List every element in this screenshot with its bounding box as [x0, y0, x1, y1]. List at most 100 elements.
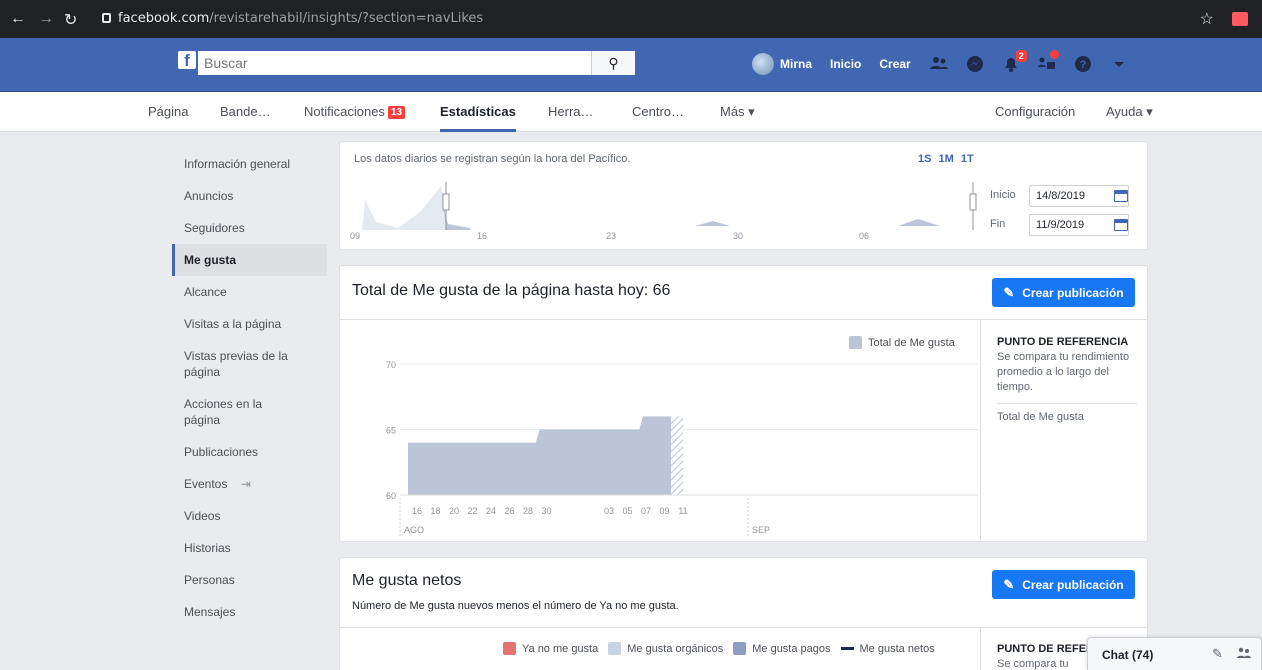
benchmark-description: Se compara tu rendimiento promedio a lo …	[997, 351, 1130, 393]
tab-notificaciones[interactable]: Notificaciones 13	[304, 104, 406, 119]
tab-herramientas[interactable]: Herra…	[548, 104, 594, 119]
x-tick-label: 28	[523, 506, 533, 516]
sidebar-item-visitas[interactable]: Visitas a la página	[172, 308, 327, 340]
profile-link[interactable]: Mirna	[780, 57, 812, 71]
lock-icon	[102, 13, 111, 23]
tab-configuracion[interactable]: Configuración	[995, 104, 1075, 119]
sidebar-item-publicaciones[interactable]: Publicaciones	[172, 436, 327, 468]
facebook-logo-icon[interactable]: f	[178, 51, 196, 70]
benchmark-box: PUNTO DE REFERENCIA Se compara tu rendim…	[997, 335, 1137, 425]
forward-icon[interactable]: →	[38, 10, 54, 28]
sidebar-item-alcance[interactable]: Alcance	[172, 276, 327, 308]
period-selector[interactable]: 1S 1M 1T	[918, 153, 974, 165]
series-area-total-likes	[408, 416, 672, 495]
help-icon[interactable]: ?	[1073, 54, 1093, 74]
notifications-bell-icon[interactable]: 2	[1001, 50, 1027, 74]
create-link[interactable]: Crear	[879, 57, 910, 71]
sidebar-item-vistas-previas[interactable]: Vistas previas de la página	[172, 340, 302, 388]
sidebar-item-eventos[interactable]: Eventos ⇥	[172, 468, 327, 500]
benchmark-metric[interactable]: Total de Me gusta	[997, 410, 1137, 425]
create-post-button[interactable]: ✎ Crear publicación	[992, 278, 1135, 307]
page-pages-icon[interactable]	[1037, 50, 1059, 74]
pencil-icon: ✎	[1003, 285, 1015, 300]
group-chat-icon[interactable]	[1236, 646, 1252, 663]
new-message-icon[interactable]: ✎	[1212, 646, 1223, 662]
friend-requests-icon[interactable]	[929, 54, 949, 74]
sidebar-item-eventos-label: Eventos	[184, 477, 228, 491]
messenger-icon[interactable]	[965, 54, 985, 74]
net-chart-legend: Ya no me gusta Me gusta orgánicos Me gus…	[503, 642, 935, 655]
tab-ayuda[interactable]: Ayuda ▾	[1106, 104, 1153, 120]
extension-icon[interactable]	[1232, 12, 1248, 26]
legend-swatch-organic	[608, 642, 622, 655]
insights-sidebar: Información general Anuncios Seguidores …	[172, 148, 327, 628]
page-tabs: Página Bande… Notificaciones 13 Estadísti…	[0, 92, 1262, 132]
x-tick-label: 30	[541, 506, 551, 516]
search-input[interactable]	[198, 51, 578, 75]
panel-vertical-divider	[980, 627, 981, 670]
range-tick: 30	[733, 231, 744, 241]
net-likes-subtitle: Número de Me gusta nuevos menos el númer…	[352, 600, 679, 612]
x-tick-label: 22	[467, 506, 477, 516]
y-tick-label: 70	[386, 360, 396, 370]
avatar[interactable]	[752, 53, 774, 75]
browser-toolbar: ← → ↻ facebook.com/revistarehabil/insigh…	[0, 0, 1262, 38]
sidebar-item-acciones[interactable]: Acciones en la página	[172, 388, 282, 436]
x-tick-label: 18	[430, 506, 440, 516]
y-tick-label: 65	[386, 426, 396, 436]
panel-vertical-divider	[980, 319, 981, 542]
search-button[interactable]: ⚲	[591, 51, 635, 75]
x-tick-label: 11	[678, 506, 687, 516]
create-post-button-2[interactable]: ✎ Crear publicación	[992, 570, 1135, 599]
x-tick-label: 16	[412, 506, 422, 516]
tab-bandeja[interactable]: Bande…	[220, 104, 271, 119]
range-tick: 06	[859, 231, 870, 241]
legend-label: Me gusta orgánicos	[627, 642, 724, 655]
tab-pagina[interactable]: Página	[148, 104, 188, 119]
bookmark-star-icon[interactable]: ☆	[1200, 9, 1214, 29]
chat-tab[interactable]: Chat (74) ✎	[1087, 637, 1262, 670]
month-label: SEP	[752, 525, 770, 535]
x-tick-label: 09	[659, 506, 669, 516]
sidebar-item-anuncios[interactable]: Anuncios	[172, 180, 327, 212]
tab-estadisticas[interactable]: Estadísticas	[440, 104, 516, 132]
tab-mas[interactable]: Más ▾	[720, 104, 755, 120]
home-link[interactable]: Inicio	[830, 57, 861, 71]
tab-notificaciones-label: Notificaciones	[304, 104, 385, 119]
range-tick: 23	[606, 231, 617, 241]
sidebar-item-me-gusta[interactable]: Me gusta	[172, 244, 327, 276]
x-tick-label: 24	[486, 506, 496, 516]
date-range-panel: Los datos diarios se registran según la …	[339, 141, 1148, 250]
y-tick-label: 60	[386, 491, 396, 501]
start-calendar-icon[interactable]	[1114, 190, 1128, 202]
timezone-note: Los datos diarios se registran según la …	[354, 153, 631, 165]
legend-label: Me gusta pagos	[752, 642, 831, 655]
facebook-top-bar: f ⚲ Mirna Inicio Crear 2 ?	[0, 38, 1262, 92]
legend-line-net	[840, 647, 854, 650]
reload-icon[interactable]: ↻	[64, 10, 77, 30]
create-post-label: Crear publicación	[1022, 286, 1124, 300]
pages-alert-dot	[1049, 50, 1059, 59]
sidebar-item-personas[interactable]: Personas	[172, 564, 327, 596]
address-bar[interactable]: facebook.com/revistarehabil/insights/?se…	[118, 11, 483, 26]
legend-swatch-unlikes	[503, 642, 516, 655]
tab-centro[interactable]: Centro…	[632, 104, 684, 119]
end-calendar-icon[interactable]	[1114, 219, 1128, 231]
sidebar-item-mensajes[interactable]: Mensajes	[172, 596, 327, 628]
account-menu-icon[interactable]	[1109, 54, 1129, 74]
svg-text:?: ?	[1079, 59, 1086, 71]
search-box: ⚲	[198, 51, 635, 75]
sidebar-item-seguidores[interactable]: Seguidores	[172, 212, 327, 244]
total-likes-chart[interactable]: 60 65 70 16 18 20 22 24 26 28 30 03 05 07 09 11 AGO SEP	[340, 266, 980, 543]
pencil-icon: ✎	[1003, 577, 1015, 592]
net-likes-panel: Me gusta netos Número de Me gusta nuevos…	[339, 557, 1148, 670]
range-tick: 16	[477, 231, 488, 241]
notificaciones-badge: 13	[387, 106, 406, 119]
sidebar-item-videos[interactable]: Videos	[172, 500, 327, 532]
sidebar-item-historias[interactable]: Historias	[172, 532, 327, 564]
incomplete-data-hatch	[671, 416, 684, 495]
back-icon[interactable]: ←	[10, 10, 26, 28]
sidebar-item-informacion-general[interactable]: Información general	[172, 148, 327, 180]
legend-swatch-paid	[733, 642, 747, 655]
x-tick-label: 20	[449, 506, 459, 516]
